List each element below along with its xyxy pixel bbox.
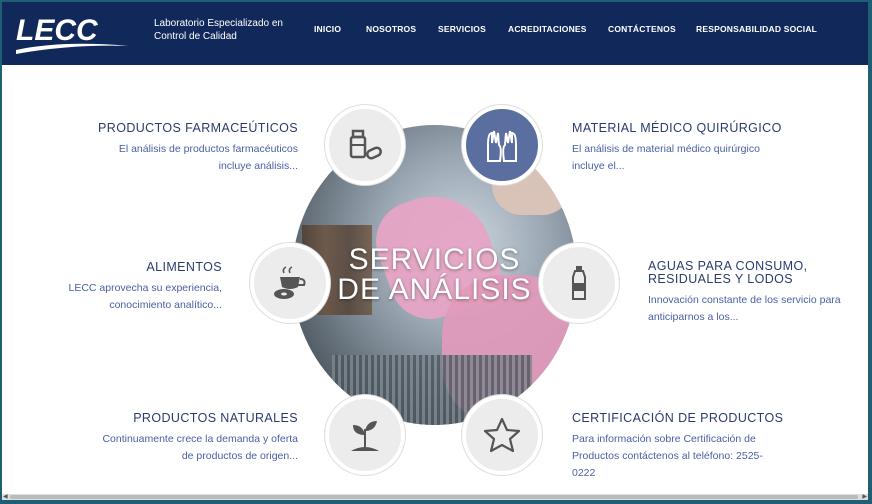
scroll-left-icon[interactable]: ◀: [3, 493, 8, 500]
service-title-naturales[interactable]: PRODUCTOS NATURALES: [88, 411, 298, 425]
gloves-circle[interactable]: [462, 105, 542, 185]
services-section: SERVICIOS DE ANÁLISIS PRODUCTOS FARMACEÚ…: [2, 65, 868, 495]
water-bottle-icon: [572, 266, 586, 300]
site-header: LECC Laboratorio Especializado en Contro…: [2, 2, 868, 65]
service-title-aguas[interactable]: AGUAS PARA CONSUMO, RESIDUALES Y LODOS: [648, 260, 823, 286]
horizontal-scrollbar[interactable]: ◀ ▶: [2, 494, 868, 500]
pills-icon: [349, 129, 382, 160]
site-tagline: Laboratorio Especializado en Control de …: [154, 18, 283, 42]
service-desc-alimentos: LECC aprovecha su experiencia, conocimie…: [68, 282, 222, 311]
lecc-logo[interactable]: LECC: [12, 10, 132, 58]
service-desc-aguas: Innovación constante de los servicio par…: [648, 294, 841, 323]
svg-text:LECC: LECC: [16, 14, 99, 47]
nav-responsabilidad-social[interactable]: RESPONSABILIDAD SOCIAL: [696, 24, 817, 34]
nav-inicio[interactable]: INICIO: [314, 24, 341, 34]
nav-servicios[interactable]: SERVICIOS: [438, 24, 486, 34]
coffee-donut-icon: [274, 266, 306, 299]
nav-nosotros[interactable]: NOSOTROS: [366, 24, 416, 34]
service-desc-certificacion: Para información sobre Certificación de …: [572, 433, 763, 479]
service-title-certificacion[interactable]: CERTIFICACIÓN DE PRODUCTOS: [572, 411, 792, 425]
page-frame: LECC Laboratorio Especializado en Contro…: [2, 2, 868, 500]
service-desc-naturales: Continuamente crece la demanda y oferta …: [102, 433, 298, 462]
service-title-alimentos[interactable]: ALIMENTOS: [42, 260, 222, 274]
pills-circle[interactable]: [325, 105, 405, 185]
star-icon: [483, 417, 521, 453]
certification-circle[interactable]: [462, 395, 542, 475]
natural-circle[interactable]: [325, 395, 405, 475]
food-circle[interactable]: [250, 243, 330, 323]
service-desc-farmaceuticos: El análisis de productos farmacéuticos i…: [118, 143, 298, 172]
sprout-icon: [351, 421, 379, 451]
service-desc-material-medico: El análisis de material médico quirúrgic…: [572, 143, 760, 172]
scrollbar-thumb[interactable]: [10, 495, 858, 499]
service-title-farmaceuticos[interactable]: PRODUCTOS FARMACEÚTICOS: [98, 121, 298, 135]
water-circle[interactable]: [539, 243, 619, 323]
nav-acreditaciones[interactable]: ACREDITACIONES: [508, 24, 587, 34]
center-heading: SERVICIOS DE ANÁLISIS: [337, 243, 532, 306]
service-title-material-medico[interactable]: MATERIAL MÉDICO QUIRÚRGICO: [572, 121, 792, 135]
nav-contactenos[interactable]: CONTÁCTENOS: [608, 24, 676, 34]
gloves-icon: [487, 130, 517, 162]
scroll-right-icon[interactable]: ▶: [862, 493, 867, 500]
